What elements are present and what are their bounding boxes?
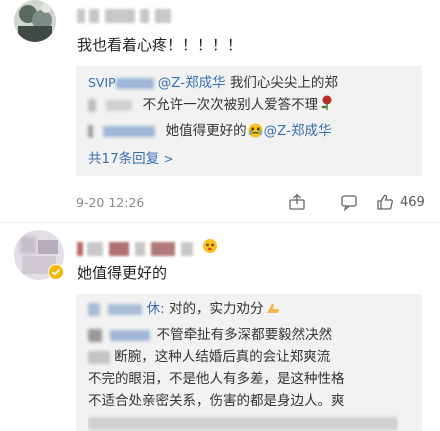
pray-emoji-icon [265, 300, 281, 322]
reply-text: 不管牵扯有多深都要毅然决然 [156, 327, 333, 343]
thumbs-up-icon[interactable] [376, 193, 394, 214]
divider [0, 222, 440, 223]
comment-item: 我也看着心疼！！！！！ SVIP @Z-郑成华 我们心尖尖上的郑 不允许一次次被… [0, 0, 440, 218]
vip-badge-icon [48, 264, 64, 284]
crown-emoji-icon [202, 238, 218, 258]
comment-footer: 9-20 12:26 469 [76, 191, 426, 215]
reply-box: 休: 对的，实力劝分 不管牵扯有多深都要毅然决然 断腕，这种人结婚后真的会让郑爽… [76, 294, 422, 431]
reply-item[interactable]: SVIP @Z-郑成华 我们心尖尖上的郑 [88, 72, 338, 94]
reply-text-line: 不完的眼泪，不是他人有多差，是这种性格 [88, 371, 345, 387]
mention-link[interactable]: @Z-郑成华 [264, 123, 332, 139]
more-replies-link[interactable]: 共17条回复 > [88, 148, 174, 170]
reply-text-line-cut [88, 412, 398, 431]
reply-text: 对的，实力劝分 [164, 301, 264, 317]
username-blurred[interactable] [77, 242, 199, 256]
avatar[interactable] [14, 0, 56, 42]
reply-username[interactable]: 休: [147, 301, 165, 317]
comment-icon[interactable] [340, 193, 358, 214]
reply-text-line: 断腕，这种人结婚后真的会让郑爽流 [88, 346, 330, 368]
username-blurred[interactable] [77, 9, 173, 23]
comment-item: 她值得更好的 休: 对的，实力劝分 不管牵扯有多深都要毅然决然 断腕，这种人结婚… [0, 228, 440, 431]
reply-username[interactable]: SVIP [88, 75, 158, 90]
reply-text: 我们心尖尖上的郑 [225, 75, 338, 91]
reply-box: SVIP @Z-郑成华 我们心尖尖上的郑 不允许一次次被别人爱答不理 她值得更好… [76, 66, 422, 176]
reply-text: 她值得更好的 [165, 123, 247, 139]
reply-item[interactable]: 她值得更好的 @Z-郑成华 [88, 120, 331, 145]
reply-item[interactable]: 休: 对的，实力劝分 [88, 298, 281, 322]
comment-text: 她值得更好的 [77, 264, 168, 282]
comment-text: 我也看着心疼！！！！！ [77, 36, 243, 54]
tears-emoji-icon [248, 123, 263, 145]
like-count: 469 [400, 195, 425, 210]
timestamp: 9-20 12:26 [76, 195, 145, 210]
chevron-right-icon: > [163, 152, 174, 166]
reply-text-line: 不适合处亲密关系，伤害的都是身边人。爽 [88, 393, 345, 409]
mention-link[interactable]: @Z-郑成华 [158, 75, 226, 91]
reply-item-continued: 不允许一次次被别人爱答不理 [88, 94, 334, 118]
rose-emoji-icon [320, 95, 334, 118]
share-icon[interactable] [288, 193, 306, 214]
reply-item[interactable]: 不管牵扯有多深都要毅然决然 [88, 324, 332, 346]
reply-text: 不允许一次次被别人爱答不理 [142, 97, 319, 113]
